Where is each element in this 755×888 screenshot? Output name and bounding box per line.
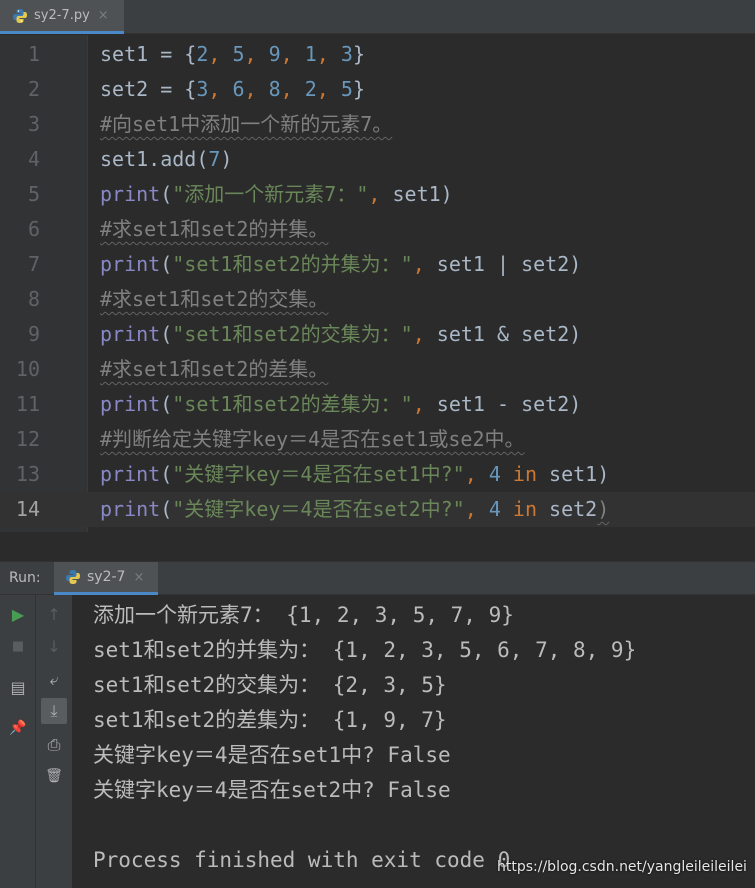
run-panel-header: Run: sy2-7 × [0,562,755,595]
code-line[interactable]: 12 #判断给定关键字key＝4是否在set1或se2中。 [0,422,755,457]
editor-tab-sy2-7[interactable]: sy2-7.py × [0,0,124,34]
line-number: 14 [15,497,40,521]
code-line[interactable]: 10 #求set1和set2的差集。 [0,352,755,387]
line-number: 9 [27,322,40,346]
line-number: 2 [27,77,40,101]
code-text: print("set1和set2的交集为：", set1 & set2) [100,322,582,346]
scroll-to-end-icon[interactable]: ⤓ [41,698,67,724]
code-line[interactable]: 8 #求set1和set2的交集。 [0,282,755,317]
line-number: 4 [27,147,40,171]
code-line[interactable]: 11 print("set1和set2的差集为：", set1 - set2) [0,387,755,422]
code-editor[interactable]: 1 set1 = {2, 5, 9, 1, 3} 2 set2 = {3, 6,… [0,35,755,532]
run-toolbar-left: ▶ ■ ▤ 📌 [0,595,36,888]
run-tab-close-icon[interactable]: × [133,570,144,585]
code-line[interactable]: 4 set1.add(7) [0,142,755,177]
code-comment: #求set1和set2的交集。 [100,287,329,311]
line-number: 8 [27,287,40,311]
line-number: 5 [27,182,40,206]
python-run-icon [66,570,80,584]
python-file-icon [13,8,27,23]
console-line: set1和set2的并集为： {1, 2, 3, 5, 6, 7, 8, 9} [93,638,637,662]
arrow-down-icon[interactable]: ↓ [41,633,67,659]
line-number: 7 [27,252,40,276]
panel-splitter[interactable] [0,532,755,562]
code-text: print("set1和set2的并集为：", set1 | set2) [100,252,582,276]
line-number: 1 [27,42,40,66]
pin-icon[interactable]: 📌 [5,715,31,741]
code-text: print("关键字key＝4是否在set2中?", 4 in set2) [100,497,610,521]
run-console[interactable]: 添加一个新元素7： {1, 2, 3, 5, 7, 9} set1和set2的并… [73,595,755,888]
console-line: 关键字key＝4是否在set1中? False [93,743,451,767]
watermark: https://blog.csdn.net/yangleileileilei [497,859,747,875]
code-text: set1 = {2, 5, 9, 1, 3} [100,42,365,66]
line-number: 13 [15,462,40,486]
trash-icon[interactable]: 🗑 [41,763,67,789]
code-comment: #判断给定关键字key＝4是否在set1或se2中。 [100,427,525,451]
play-icon[interactable]: ▶ [5,601,31,627]
code-line[interactable]: 6 #求set1和set2的并集。 [0,212,755,247]
line-number: 6 [27,217,40,241]
console-line: 关键字key＝4是否在set2中? False [93,778,451,802]
run-label: Run: [9,570,41,586]
editor-tab-bar: sy2-7.py × [0,0,755,34]
code-line[interactable]: 2 set2 = {3, 6, 8, 2, 5} [0,72,755,107]
code-line[interactable]: 13 print("关键字key＝4是否在set1中?", 4 in set1) [0,457,755,492]
stop-icon[interactable]: ■ [5,633,31,659]
code-text: print("添加一个新元素7：", set1) [100,182,453,206]
line-number: 12 [15,427,40,451]
code-line-current[interactable]: 14 print("关键字key＝4是否在set2中?", 4 in set2) [0,492,755,527]
code-text: set1.add(7) [100,147,233,171]
layout-icon[interactable]: ▤ [5,674,31,700]
run-toolbar-right: ↑ ↓ ⤶ ⤓ ⎙ 🗑 [36,595,73,888]
code-comment: #求set1和set2的差集。 [100,357,329,381]
text-caret: ) [597,497,610,521]
code-line[interactable]: 9 print("set1和set2的交集为：", set1 & set2) [0,317,755,352]
code-text: print("关键字key＝4是否在set1中?", 4 in set1) [100,462,610,486]
console-line: 添加一个新元素7： {1, 2, 3, 5, 7, 9} [93,603,514,627]
line-number: 3 [27,112,40,136]
code-line[interactable]: 1 set1 = {2, 5, 9, 1, 3} [0,37,755,72]
console-line: set1和set2的差集为： {1, 9, 7} [93,708,447,732]
code-text: set2 = {3, 6, 8, 2, 5} [100,77,365,101]
editor-tab-label: sy2-7.py [34,8,90,23]
code-line[interactable]: 7 print("set1和set2的并集为：", set1 | set2) [0,247,755,282]
line-number: 11 [15,392,40,416]
line-number: 10 [15,357,40,381]
run-tab-sy2-7[interactable]: sy2-7 × [54,562,158,595]
code-line[interactable]: 5 print("添加一个新元素7：", set1) [0,177,755,212]
code-line[interactable]: 3 #向set1中添加一个新的元素7。 [0,107,755,142]
console-line: set1和set2的交集为： {2, 3, 5} [93,673,447,697]
print-icon[interactable]: ⎙ [41,732,67,758]
code-text: print("set1和set2的差集为：", set1 - set2) [100,392,582,416]
run-tab-label: sy2-7 [87,569,126,585]
console-exit-line: Process finished with exit code 0 [93,848,511,872]
code-comment: #求set1和set2的并集。 [100,217,329,241]
editor-tab-close-icon[interactable]: × [98,8,109,23]
code-comment: #向set1中添加一个新的元素7。 [100,112,393,136]
soft-wrap-icon[interactable]: ⤶ [41,667,67,693]
arrow-up-icon[interactable]: ↑ [41,601,67,627]
